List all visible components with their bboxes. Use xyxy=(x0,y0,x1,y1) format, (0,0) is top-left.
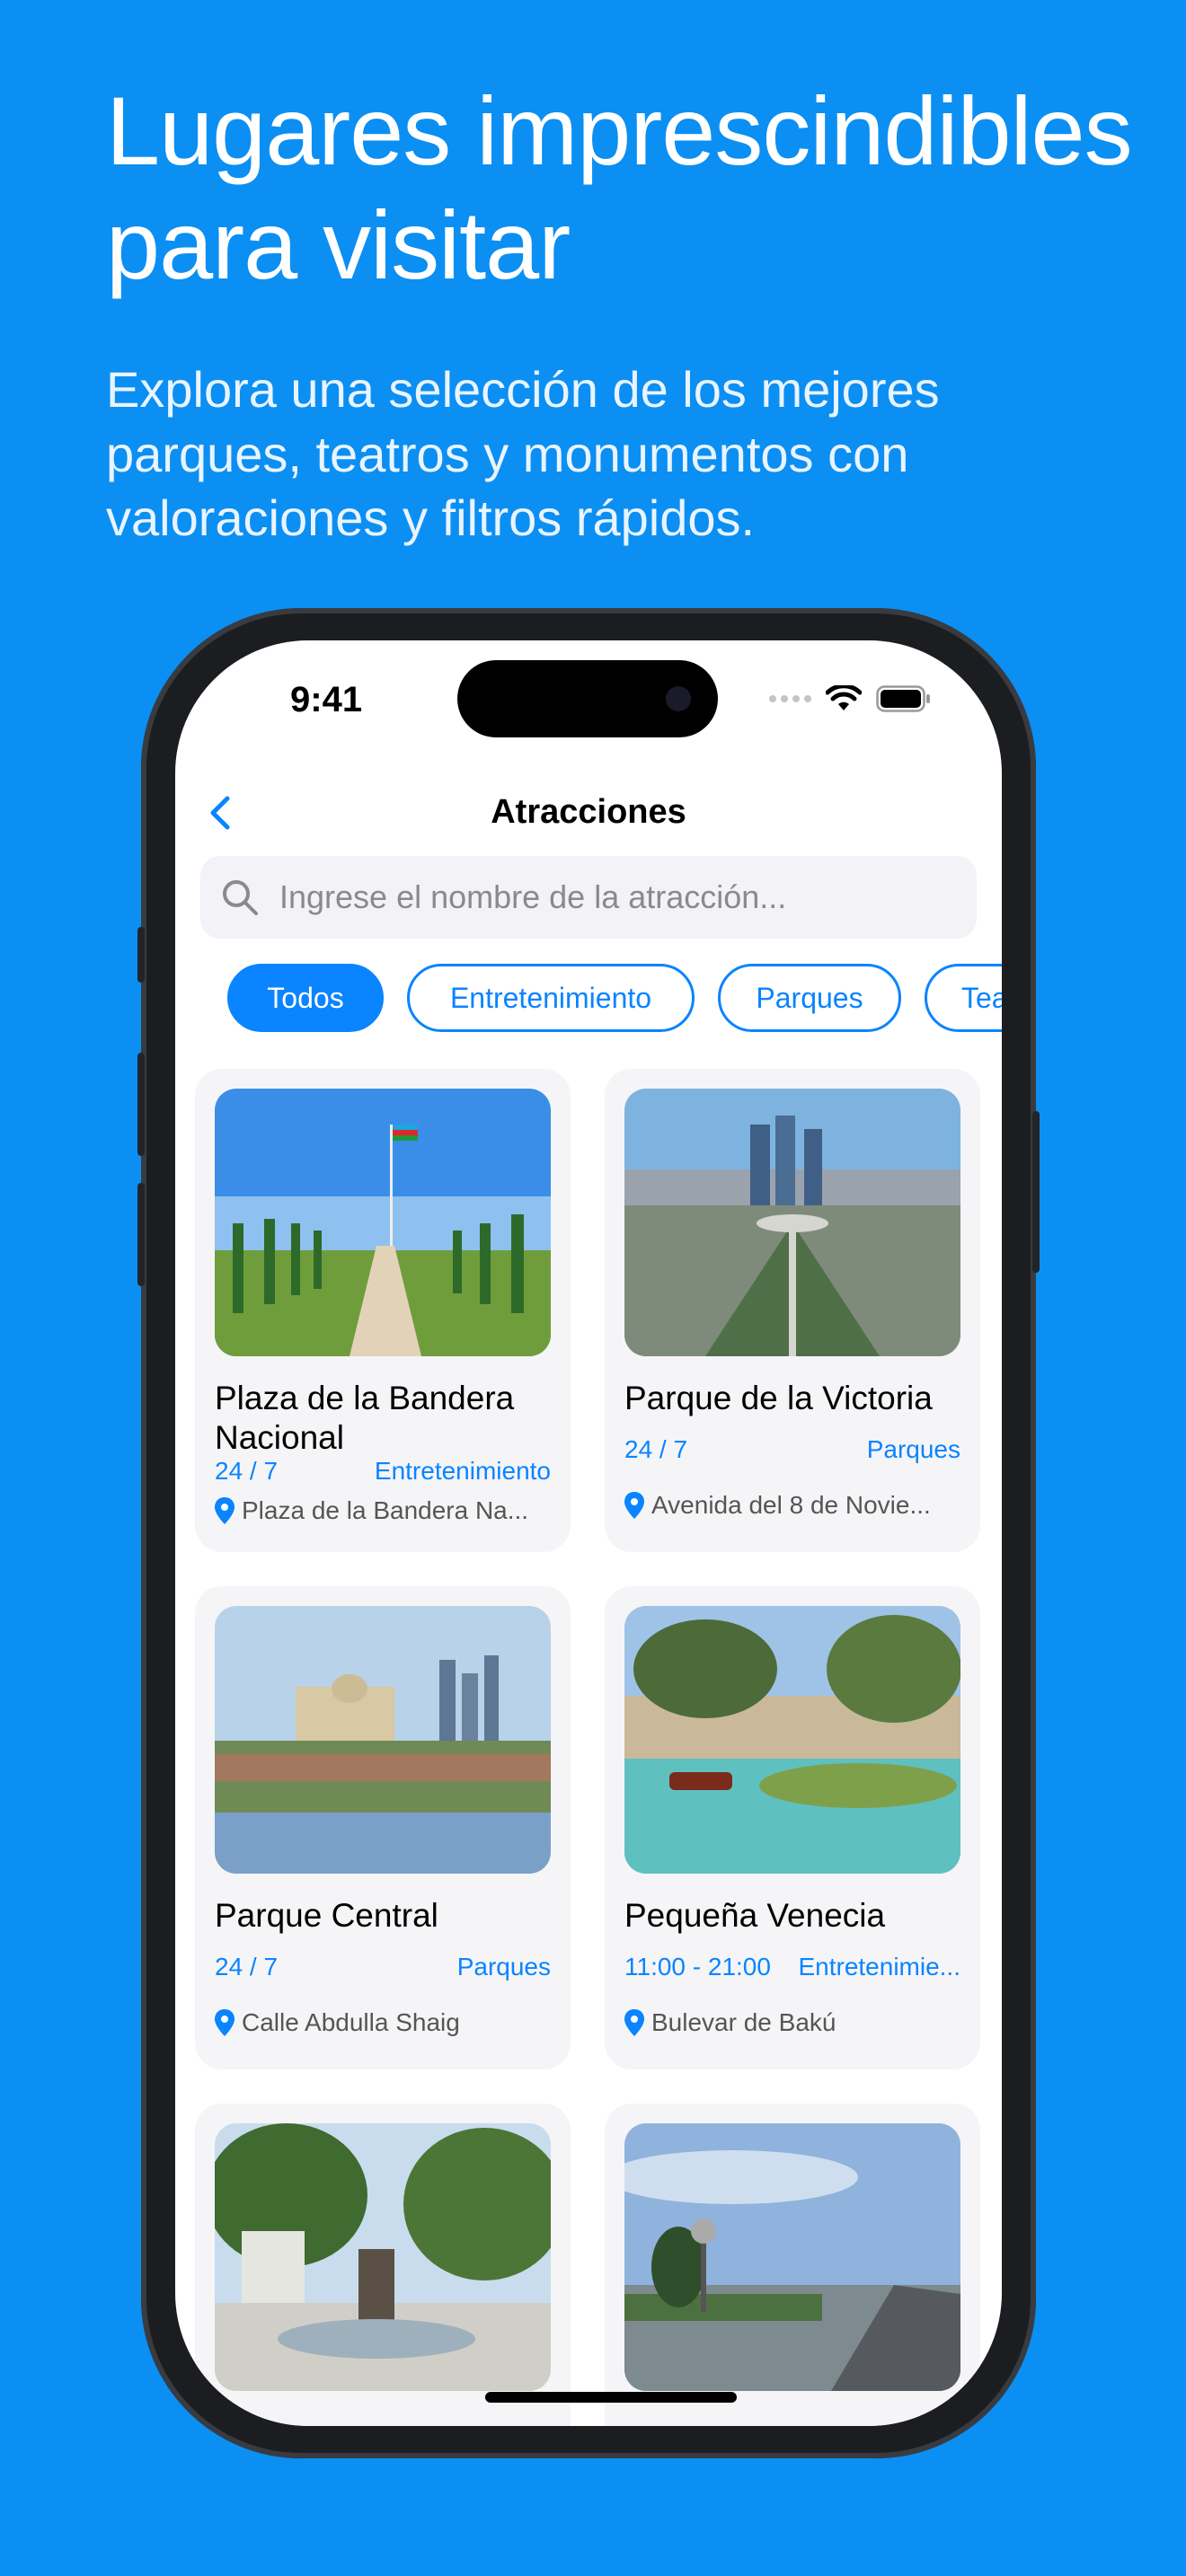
promo-subline: Explora una selección de los mejores par… xyxy=(106,361,940,547)
attraction-hours: 24 / 7 xyxy=(624,1435,688,1463)
home-indicator xyxy=(485,2392,737,2403)
app-screen: 9:41 Atracciones Todos Entretenimiento P… xyxy=(175,640,1002,2426)
location-pin-icon xyxy=(624,2009,644,2036)
attraction-address-text: Plaza de la Bandera Na... xyxy=(242,1496,529,1524)
attraction-hours: 11:00 - 21:00 xyxy=(624,1953,771,1981)
attraction-category: Parques xyxy=(456,1953,551,1981)
attraction-card[interactable] xyxy=(195,2104,571,2426)
attraction-name: Pequeña Venecia xyxy=(624,1897,886,1934)
status-icons xyxy=(769,685,932,712)
wifi-icon xyxy=(826,685,862,710)
power-button xyxy=(1032,1111,1040,1273)
attraction-address: Avenida del 8 de Novie... xyxy=(624,1491,960,1520)
attraction-photo xyxy=(215,1089,551,1356)
filter-chip-entretenimiento[interactable]: Entretenimiento xyxy=(407,964,695,1032)
mute-switch xyxy=(137,927,145,983)
status-bar: 9:41 xyxy=(175,640,1002,775)
attraction-card[interactable]: Pequeña Venecia 11:00 - 21:00 Entretenim… xyxy=(605,1586,980,2069)
volume-up-button xyxy=(137,1053,145,1156)
search-input[interactable] xyxy=(279,856,944,939)
attraction-name: Parque de la Victoria xyxy=(624,1380,933,1416)
attraction-photo xyxy=(215,2123,551,2391)
navigation-bar: Atracciones xyxy=(175,766,1002,856)
attraction-address-text: Calle Abdulla Shaig xyxy=(242,2008,460,2036)
search-bar[interactable] xyxy=(200,856,977,939)
attraction-name: Parque Central xyxy=(215,1897,438,1934)
attraction-category: Entretenimiento xyxy=(374,1457,551,1485)
battery-icon xyxy=(876,685,930,712)
filter-chip-teatros[interactable]: Teat xyxy=(925,964,1002,1032)
attraction-address-text: Avenida del 8 de Novie... xyxy=(651,1491,931,1519)
filter-chip-todos[interactable]: Todos xyxy=(227,964,384,1032)
attraction-card[interactable] xyxy=(605,2104,980,2426)
status-time: 9:41 xyxy=(290,680,363,719)
dynamic-island xyxy=(457,660,718,737)
attraction-photo xyxy=(624,1606,960,1874)
phone-frame: 9:41 Atracciones Todos Entretenimiento P… xyxy=(137,608,1040,2458)
attraction-card[interactable]: Parque de la Victoria 24 / 7 Parques Ave… xyxy=(605,1069,980,1552)
filter-chip-parques[interactable]: Parques xyxy=(718,964,901,1032)
signal-icon xyxy=(769,695,811,702)
attraction-category: Parques xyxy=(866,1435,960,1463)
attraction-hours: 24 / 7 xyxy=(215,1953,279,1981)
promo-headline: Lugares imprescindibles para visitar xyxy=(106,76,1133,300)
attraction-address-text: Bulevar de Bakú xyxy=(651,2008,836,2036)
volume-down-button xyxy=(137,1183,145,1286)
filter-chips: Todos Entretenimiento Parques Teat xyxy=(227,964,1002,1037)
page-title: Atracciones xyxy=(491,793,686,831)
attraction-address: Bulevar de Bakú xyxy=(624,2008,960,2037)
attraction-card[interactable]: Parque Central 24 / 7 Parques Calle Abdu… xyxy=(195,1586,571,2069)
attraction-address: Plaza de la Bandera Na... xyxy=(215,1496,551,1525)
attraction-photo xyxy=(215,1606,551,1874)
attraction-photo xyxy=(624,2123,960,2391)
search-icon xyxy=(223,880,258,915)
attraction-card[interactable]: Plaza de la Bandera Nacional 24 / 7 Entr… xyxy=(195,1069,571,1552)
attraction-photo xyxy=(624,1089,960,1356)
attraction-address: Calle Abdulla Shaig xyxy=(215,2008,551,2037)
attraction-category: Entretenimie... xyxy=(798,1953,960,1981)
location-pin-icon xyxy=(215,2009,235,2036)
location-pin-icon xyxy=(624,1492,644,1519)
attraction-name: Plaza de la Bandera Nacional xyxy=(215,1380,515,1456)
attraction-hours: 24 / 7 xyxy=(215,1457,279,1485)
location-pin-icon xyxy=(215,1497,235,1524)
